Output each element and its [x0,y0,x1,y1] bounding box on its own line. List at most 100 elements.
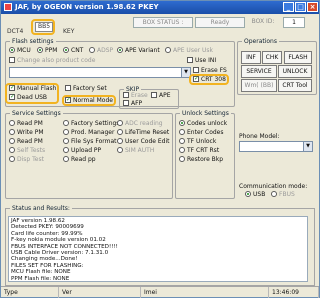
adc-reading-radio[interactable] [117,120,123,126]
app-icon [4,3,12,11]
unlock-settings-label: Unlock Settings [180,110,231,117]
codes-unlock-radio[interactable] [179,120,185,126]
self-tests-radio[interactable] [9,147,15,153]
status-log[interactable]: JAF version 1.98.62 Detected PKEY: 90009… [8,216,308,282]
codes-unlock-label: Codes unlock [187,120,228,127]
chevron-down-icon[interactable]: ▼ [181,68,190,77]
manual-flash-label: Manual Flash [17,85,57,92]
box-status-value: Ready [195,17,245,28]
ape-user-usk-radio[interactable] [165,47,171,53]
phone-model-label: Phone Model: [239,133,280,140]
box-id-label: BOX ID: [251,18,275,25]
adsp-radio[interactable] [89,47,95,53]
normal-mode-checkbox[interactable] [65,96,71,103]
erase-fs-label: Erase FS [201,67,227,74]
statusbar-type: Type [1,287,59,298]
change-also-label: Change also product code [17,57,96,64]
erase-label: Erase [131,92,148,99]
flash-settings-label: Flash settings [10,38,56,45]
disp-test-radio[interactable] [9,156,15,162]
service-button[interactable]: SERVICE [241,65,277,78]
adsp-label: ADSP [97,47,114,54]
normal-mode-label: Normal Mode [73,97,113,104]
title-bar: JAF, by OGEON version 1.98.62 PKEY _ □ × [1,1,319,14]
afp-checkbox[interactable] [123,100,129,106]
crt308-checkbox[interactable] [193,75,199,82]
close-button[interactable]: × [307,2,318,12]
operations-label: Operations [242,38,279,45]
inf-button[interactable]: INF [241,51,261,64]
product-code-combo[interactable]: ▼ [9,67,191,78]
flash-button[interactable]: FLASH [284,51,312,64]
crt-tool-button[interactable]: CRT Tool [278,79,312,92]
app-window: JAF, by OGEON version 1.98.62 PKEY _ □ ×… [0,0,320,298]
tab-key[interactable]: KEY [63,28,74,37]
usb-radio[interactable] [245,191,251,197]
factory-settings-radio[interactable] [63,120,69,126]
tf-unlock-radio[interactable] [179,138,185,144]
statusbar-imei: Imei [141,287,269,298]
fbus-label: FBUS [279,191,295,198]
use-ini-label: Use INI [195,57,217,64]
status-results-group: Status and Results: JAF version 1.98.62 … [5,205,315,286]
tab-dct4[interactable]: DCT4 [7,28,23,37]
restore-bkp-label: Restore Bkp [187,156,224,163]
sim-auth-radio[interactable] [117,147,123,153]
statusbar-time: 13:46:09 [269,287,319,298]
ppm-radio[interactable] [37,47,43,53]
wmdrm-button[interactable]: Wm( (BB) [241,79,277,92]
mcu-label: MCU [17,47,31,54]
cnt-label: CNT [71,47,84,54]
tab-bb5[interactable]: BB5 [35,22,54,32]
lifetime-reset-radio[interactable] [117,129,123,135]
factory-set-label: Factory Set [73,85,107,92]
tf-unlock-label: TF Unlock [187,138,217,145]
log-line: PPM Flash file: NONE [11,275,70,282]
restore-bkp-radio[interactable] [179,156,185,162]
communication-mode-label: Communication mode: [239,183,308,190]
phone-model-combo[interactable]: ▼ [239,141,313,152]
window-title: JAF, by OGEON version 1.98.62 PKEY [15,3,159,11]
change-also-checkbox[interactable] [9,57,15,63]
crt308-label: CRT 308 [201,76,226,83]
adc-reading-label: ADC reading [125,120,163,127]
status-bar: Type Ver Imei 13:46:09 [1,286,319,298]
box-id-value[interactable]: 1 [283,17,305,28]
fbus-radio[interactable] [271,191,277,197]
sim-auth-label: SIM AUTH [125,147,155,154]
mcu-radio[interactable] [9,47,15,53]
upload-pp-radio[interactable] [63,147,69,153]
ppm-label: PPM [45,47,58,54]
ape-variant-radio[interactable] [117,47,123,53]
write-pm-radio[interactable] [9,129,15,135]
tf-crt-rst-radio[interactable] [179,147,185,153]
statusbar-ver: Ver [59,287,141,298]
cnt-radio[interactable] [63,47,69,53]
prod-manager-radio[interactable] [63,129,69,135]
minimize-button[interactable]: _ [283,2,294,12]
chk-button[interactable]: CHK [262,51,282,64]
chevron-down-icon[interactable]: ▼ [303,142,312,151]
erase-fs-checkbox[interactable] [193,67,199,73]
maximize-button[interactable]: □ [295,2,306,12]
erase-checkbox[interactable] [123,92,129,98]
file-sys-format-radio[interactable] [63,138,69,144]
ape-label: APE [159,92,171,99]
factory-settings-label: Factory Settings [71,120,120,127]
use-ini-checkbox[interactable] [187,57,193,63]
factory-set-checkbox[interactable] [65,85,71,91]
user-code-edit-radio[interactable] [117,138,123,144]
unlock-button[interactable]: UNLOCK [278,65,312,78]
ape-checkbox[interactable] [151,92,157,98]
read-pm-radio[interactable] [9,120,15,126]
ape-user-usk-label: APE User Usk [173,47,213,54]
read-pp-radio[interactable] [63,156,69,162]
enter-codes-radio[interactable] [179,129,185,135]
disp-test-label: Disp Test [17,156,44,163]
file-sys-format-label: File Sys Format [71,138,117,145]
write-pm-label: Write PM [17,129,44,136]
manual-flash-checkbox[interactable] [9,84,15,91]
dead-usb-checkbox[interactable] [9,93,15,100]
self-tests-label: Self Tests [17,147,46,154]
read-pm-2-radio[interactable] [9,138,15,144]
